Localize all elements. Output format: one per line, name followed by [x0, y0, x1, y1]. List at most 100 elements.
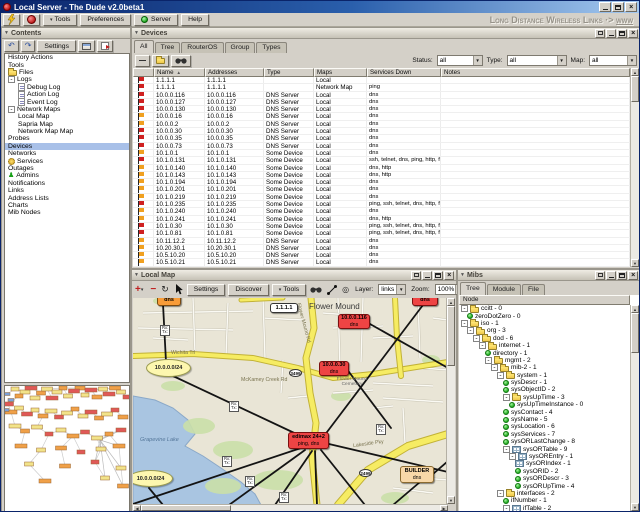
- panel-close-button[interactable]: ×: [628, 271, 638, 280]
- add-element-button[interactable]: +▾: [134, 283, 146, 296]
- table-row[interactable]: 10.1.0.14310.1.0.143Some DeviceLocaldns,…: [133, 172, 630, 179]
- table-row[interactable]: 10.1.0.3010.1.0.30Some DeviceLocalping, …: [133, 223, 630, 230]
- map-filter-dropdown[interactable]: all▼: [589, 55, 637, 66]
- table-row[interactable]: 10.0.0.12710.0.0.127DNS ServerLocaldns: [133, 99, 630, 106]
- panel-float-button[interactable]: [595, 29, 605, 38]
- column-header-notes[interactable]: Notes: [441, 68, 630, 77]
- table-row[interactable]: 10.1.0.13110.1.0.131Some DeviceLocalssh,…: [133, 157, 630, 164]
- expand-toggle-icon[interactable]: -: [8, 76, 15, 83]
- map-find-button[interactable]: [309, 283, 323, 296]
- expand-toggle-icon[interactable]: -: [461, 320, 468, 327]
- mib-node-internet[interactable]: -internet - 1: [459, 342, 630, 349]
- mibs-panel-header[interactable]: ▼ Mibs ×: [458, 270, 640, 281]
- mib-node-dod[interactable]: -dod - 6: [459, 335, 630, 342]
- dude-home-button[interactable]: [23, 14, 40, 26]
- map-canvas[interactable]: Flower MoundWichita TrlFlower Mound RdMc…: [133, 298, 448, 505]
- panel-close-button[interactable]: ×: [628, 29, 638, 38]
- mib-node-sysoruptime[interactable]: sysORUpTime - 4: [459, 482, 630, 489]
- scroll-left-icon[interactable]: ◀: [133, 505, 141, 511]
- map-vertical-scrollbar[interactable]: ▲ ▼: [446, 298, 455, 504]
- pane-layout-button[interactable]: [78, 40, 95, 52]
- column-header-addresses[interactable]: Addresses: [205, 68, 264, 77]
- table-row[interactable]: 10.1.0.21910.1.0.219Some DeviceLocaldns: [133, 194, 630, 201]
- mib-node-mib-2[interactable]: -mib-2 - 1: [459, 364, 630, 371]
- table-row[interactable]: 10.0.0.210.0.0.2DNS ServerLocaldns: [133, 121, 630, 128]
- chevron-down-icon[interactable]: ▼: [627, 56, 636, 65]
- mib-node-sysordescr[interactable]: sysORDescr - 3: [459, 475, 630, 482]
- scroll-down-icon[interactable]: ▼: [631, 259, 639, 267]
- map-device-node[interactable]: edimax 24+2ping, dns: [288, 432, 329, 449]
- mib-node-sysortable[interactable]: -sysORTable - 9: [459, 445, 630, 452]
- remove-element-button[interactable]: −: [149, 283, 157, 296]
- column-header-flag[interactable]: [133, 68, 154, 77]
- sidebar-item-event-log[interactable]: Event Log: [5, 98, 129, 105]
- table-row[interactable]: 10.5.10.2110.5.10.21DNS ServerLocaldns: [133, 259, 630, 266]
- scroll-right-icon[interactable]: ▶: [440, 505, 448, 511]
- refresh-map-button[interactable]: ↻: [160, 283, 170, 296]
- table-row[interactable]: 10.1.0.24110.1.0.241Some DeviceLocaldns,…: [133, 216, 630, 223]
- sidebar-item-sapria-map[interactable]: Sapria Map: [5, 121, 129, 128]
- contents-panel-header[interactable]: ▼ Contents: [2, 28, 130, 39]
- mib-node-sysorentry[interactable]: -sysOREntry - 1: [459, 453, 630, 460]
- tools-menu-button[interactable]: ▾Tools: [43, 14, 77, 26]
- mib-node-ccitt[interactable]: -ccitt - 0: [459, 305, 630, 312]
- chevron-down-icon[interactable]: ▼: [557, 56, 566, 65]
- tab-group[interactable]: Group: [225, 42, 256, 53]
- mibs-column-header[interactable]: Node: [459, 295, 630, 305]
- map-device-node[interactable]: BUILDERdns: [400, 466, 434, 483]
- export-button[interactable]: [97, 40, 113, 52]
- table-row[interactable]: 10.1.0.23510.1.0.235Some DeviceLocalping…: [133, 201, 630, 208]
- sidebar-item-probes[interactable]: Probes: [5, 135, 129, 142]
- mib-node-zerodotzero[interactable]: zeroDotZero - 0: [459, 312, 630, 319]
- expand-toggle-icon[interactable]: -: [8, 106, 15, 113]
- remove-button[interactable]: [135, 55, 150, 67]
- expand-toggle-icon[interactable]: -: [497, 490, 504, 497]
- scrollbar-thumb[interactable]: [141, 505, 231, 511]
- sidebar-item-local-map[interactable]: Local Map: [5, 113, 129, 120]
- sidebar-item-networks[interactable]: Networks: [5, 150, 129, 157]
- expand-toggle-icon[interactable]: -: [503, 505, 510, 511]
- local-map-panel-header[interactable]: ▼ Local Map ×: [132, 270, 456, 281]
- find-button[interactable]: [171, 55, 191, 67]
- sidebar-item-address-lists[interactable]: Address Lists: [5, 194, 129, 201]
- sidebar-item-history-actions[interactable]: History Actions: [5, 54, 129, 61]
- table-row[interactable]: 10.0.0.1610.0.0.16DNS ServerLocaldns: [133, 113, 630, 120]
- table-row[interactable]: 10.0.0.3010.0.0.30DNS ServerLocaldns: [133, 128, 630, 135]
- map-device-node[interactable]: 1.1.1.1: [270, 303, 298, 313]
- scroll-up-icon[interactable]: ▲: [631, 68, 639, 76]
- map-network-cloud[interactable]: 10.0.0.0/24: [146, 359, 191, 377]
- mib-node-ifnumber[interactable]: ifNumber - 1: [459, 497, 630, 504]
- panel-float-button[interactable]: [595, 271, 605, 280]
- undo-button[interactable]: ↶: [4, 40, 19, 52]
- table-row[interactable]: 10.1.0.20110.1.0.201Some DeviceLocaldns: [133, 186, 630, 193]
- mib-node-syscontact[interactable]: sysContact - 4: [459, 408, 630, 415]
- tab-routeros[interactable]: RouterOS: [181, 42, 223, 53]
- window-close-button[interactable]: ×: [625, 2, 637, 12]
- expand-toggle-icon[interactable]: -: [473, 335, 480, 342]
- mib-node-syslocation[interactable]: sysLocation - 6: [459, 423, 630, 430]
- expand-toggle-icon[interactable]: -: [509, 453, 516, 460]
- scroll-up-icon[interactable]: ▲: [631, 305, 639, 313]
- table-row[interactable]: 10.1.0.110.1.0.1Some DeviceLocaldns: [133, 150, 630, 157]
- expand-toggle-icon[interactable]: -: [497, 372, 504, 379]
- panel-minimize-button[interactable]: [422, 271, 432, 280]
- banner-www-link[interactable]: www: [616, 15, 633, 25]
- mib-node-sysservices[interactable]: sysServices - 7: [459, 431, 630, 438]
- status-filter-dropdown[interactable]: all▼: [437, 55, 483, 66]
- mib-node-sysuptime[interactable]: -sysUpTime - 3: [459, 394, 630, 401]
- panel-maximize-button[interactable]: [617, 271, 627, 280]
- mib-node-sysuptimeinstance[interactable]: sysUpTimeInstance - 0: [459, 401, 630, 408]
- scrollbar-thumb[interactable]: [631, 313, 639, 353]
- mib-node-sysorindex[interactable]: sysORIndex - 1: [459, 460, 630, 467]
- mib-node-iso[interactable]: -iso - 1: [459, 320, 630, 327]
- discover-button[interactable]: Discover: [228, 284, 268, 296]
- tab-tree[interactable]: Tree: [460, 282, 486, 295]
- panel-close-button[interactable]: ×: [444, 271, 454, 280]
- folder-button[interactable]: [152, 55, 169, 67]
- table-row[interactable]: 10.20.30.110.20.30.1DNS ServerLocaldns: [133, 245, 630, 252]
- mib-node-iftable[interactable]: -ifTable - 2: [459, 505, 630, 511]
- table-row[interactable]: 10.1.0.19410.1.0.194Some DeviceLocaldns: [133, 179, 630, 186]
- window-minimize-button[interactable]: [599, 2, 611, 12]
- table-row[interactable]: 10.0.0.13010.0.0.130DNS ServerLocaldns: [133, 106, 630, 113]
- mib-node-interfaces[interactable]: -interfaces - 2: [459, 490, 630, 497]
